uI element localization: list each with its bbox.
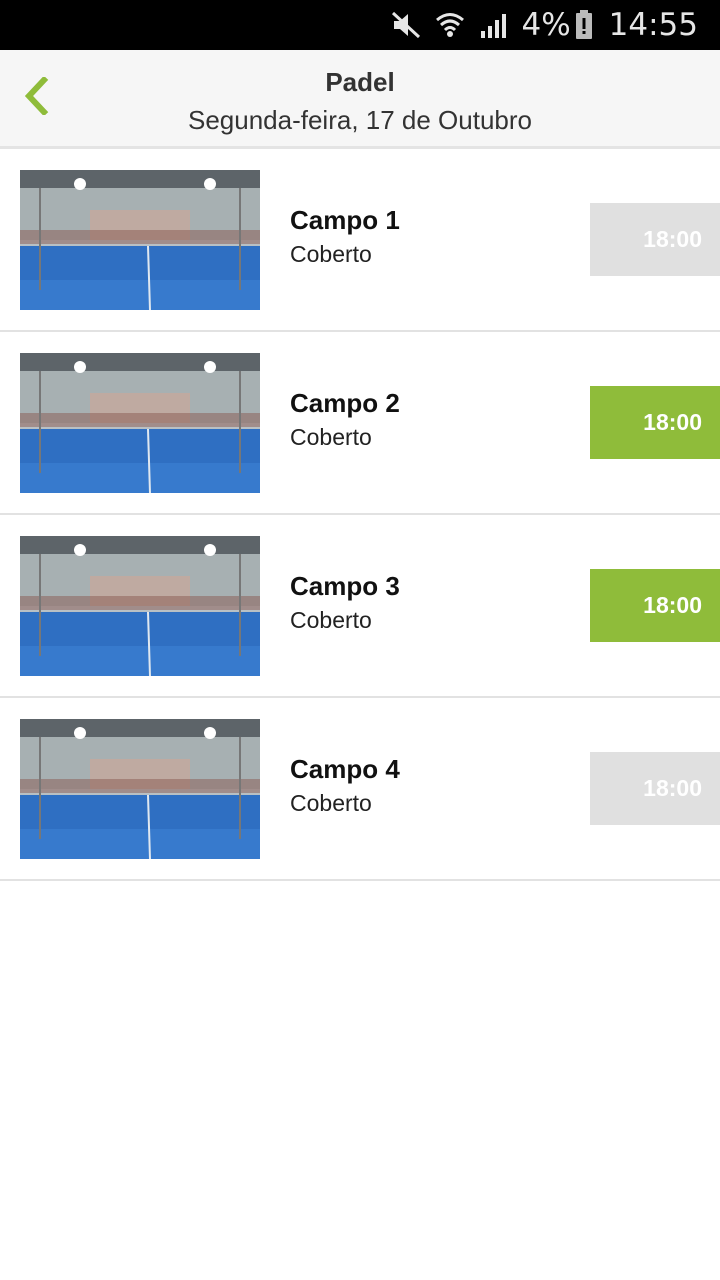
court-name: Campo 3 <box>290 571 400 601</box>
status-bar: 4% 14:55 <box>0 0 720 50</box>
battery-alert-icon <box>575 10 593 40</box>
wifi-icon <box>435 10 465 40</box>
court-type: Coberto <box>290 241 372 267</box>
chevron-left-icon <box>23 75 49 120</box>
court-name: Campo 1 <box>290 205 400 235</box>
back-button[interactable] <box>14 72 58 124</box>
court-image <box>20 353 260 493</box>
court-type: Coberto <box>290 607 372 633</box>
time-slot-button[interactable]: 18:00 <box>590 203 720 276</box>
time-slot-button[interactable]: 18:00 <box>590 386 720 459</box>
court-row: Campo 4 Coberto 18:00 <box>0 698 720 881</box>
app-header: Padel Segunda-feira, 17 de Outubro <box>0 50 720 149</box>
court-image <box>20 719 260 859</box>
court-image <box>20 170 260 310</box>
time-slot-button[interactable]: 18:00 <box>590 752 720 825</box>
court-type: Coberto <box>290 790 372 816</box>
time-slot-button[interactable]: 18:00 <box>590 569 720 642</box>
page-subtitle-date: Segunda-feira, 17 de Outubro <box>187 105 533 135</box>
court-name: Campo 4 <box>290 754 400 784</box>
court-list: Campo 1 Coberto 18:00 Campo 2 Coberto 18:00 … <box>0 149 720 881</box>
clock: 14:55 <box>608 7 698 43</box>
court-row: Campo 2 Coberto 18:00 <box>0 332 720 515</box>
mute-icon <box>391 11 421 39</box>
court-row: Campo 3 Coberto 18:00 <box>0 515 720 698</box>
page-title: Padel <box>325 67 395 97</box>
court-image <box>20 536 260 676</box>
signal-icon <box>479 11 509 39</box>
battery-percent: 4% <box>521 7 571 43</box>
court-type: Coberto <box>290 424 372 450</box>
court-name: Campo 2 <box>290 388 400 418</box>
court-row: Campo 1 Coberto 18:00 <box>0 149 720 332</box>
